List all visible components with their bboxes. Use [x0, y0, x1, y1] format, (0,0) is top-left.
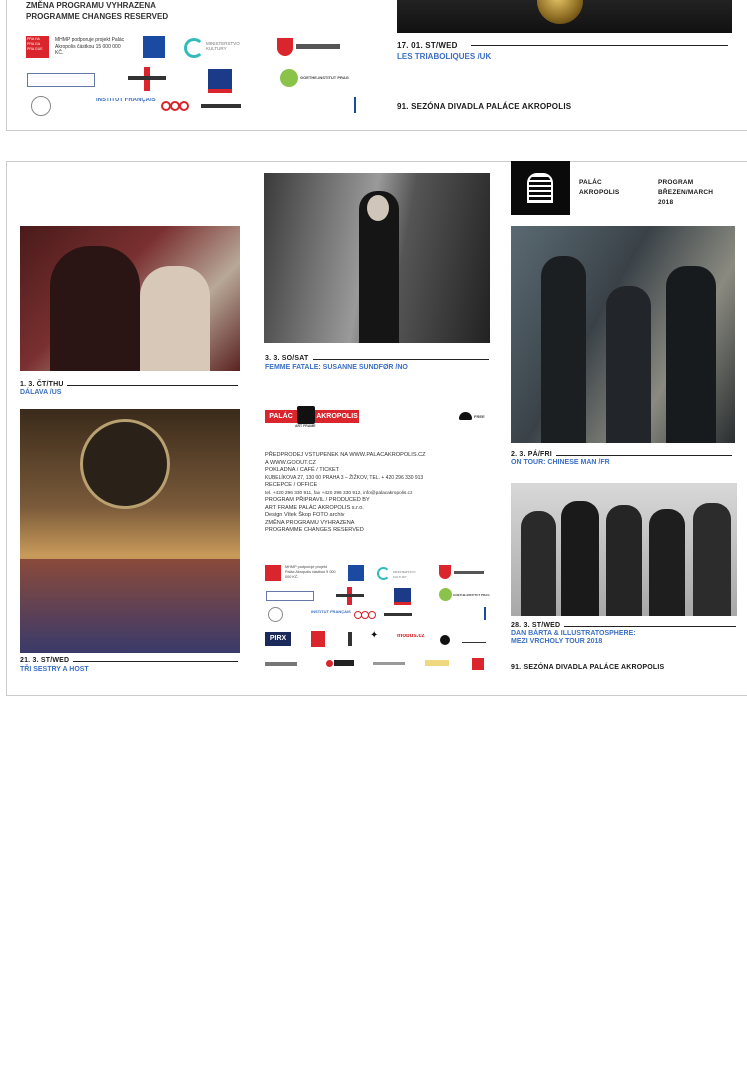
- man-figure: [140, 266, 210, 371]
- ministry-text: MINISTERSTVO KULTURY: [206, 41, 240, 51]
- goethe-logo: [280, 69, 298, 87]
- praha3-logo-2: [348, 565, 364, 581]
- wifi-free-label: FREE: [474, 414, 485, 419]
- sundfor-rule: [313, 359, 489, 360]
- institut-francais-2: INSTITUT FRANÇAIS: [311, 609, 351, 614]
- sundfor-date: 3. 3. SO/SAT: [265, 355, 309, 362]
- wifi-icon: [459, 412, 472, 420]
- tri-sestry-date: 21. 3. ST/WED: [20, 657, 70, 664]
- woman-figure: [50, 246, 140, 371]
- header-venue: PALÁC AKROPOLIS: [579, 179, 620, 196]
- ministry-logo-2: [377, 567, 390, 580]
- dalava-photo: [20, 226, 240, 371]
- barta-date: 28. 3. ST/WED: [511, 622, 561, 629]
- praha3-logo: [143, 36, 165, 58]
- mhmp-text-2: MHMP podporuje projekt Palác Akropolis č…: [285, 565, 336, 579]
- black-dot-logo: [440, 635, 450, 645]
- chinese-man-title: ON TOUR: CHINESE MAN /FR: [511, 459, 610, 466]
- czech-center-logo: [27, 73, 95, 87]
- czech-center-logo-2: [266, 591, 314, 601]
- dalava-title: DÁLAVA /US: [20, 389, 62, 396]
- les-triaboliques-photo: [397, 0, 732, 33]
- script-logo: [373, 662, 405, 665]
- red-circles-logo-2: [354, 611, 412, 619]
- coat-of-arms-logo: [277, 38, 293, 56]
- barta-title: DAN BÁRTA & ILLUSTRATOSPHERE: MEZI VRCHO…: [511, 630, 636, 645]
- tri-sestry-photo: [20, 409, 240, 653]
- goethe-logo-2: [439, 588, 452, 601]
- triangle-logo: [472, 658, 484, 670]
- pirx-logo: PIRX: [265, 632, 291, 646]
- goethe-text: GOETHE-INSTITUT PRAG: [300, 75, 349, 80]
- red-cross-logo: [128, 67, 166, 91]
- mhmp-text: MHMP podporuje projekt Palác Akropolis č…: [55, 37, 125, 56]
- band-emblem: [80, 419, 170, 509]
- goethe-text-2: GOETHE-INSTITUT PRAG: [453, 593, 490, 597]
- barta-member-1: [521, 511, 556, 616]
- red-dot-logo: [326, 660, 333, 667]
- praha-logo: PRA HA PRA GA PRA GUE: [26, 36, 49, 58]
- info-block: PŘEDPRODEJ VSTUPENEK NA WWW.PALACAKROPOL…: [265, 452, 426, 533]
- palac-logo-right: AKROPOLIS: [315, 410, 359, 423]
- page: { "top_panel": { "reserved_lines": ["ZMĚ…: [0, 0, 747, 1082]
- dalava-date: 1. 3. ČT/THU: [20, 381, 64, 388]
- dalava-rule: [67, 385, 238, 386]
- star-icon: ✦: [370, 630, 379, 641]
- akropolis-logo-icon: [511, 161, 570, 215]
- chinese-man-photo: [511, 226, 735, 443]
- season-footer: 91. SEZÓNA DIVADLA PALÁCE AKROPOLIS: [511, 664, 665, 671]
- ministry-logo: [184, 38, 204, 58]
- ministry-text-2: MINISTERSTVO KULTURY: [393, 570, 416, 579]
- barta-member-5: [693, 503, 731, 616]
- gray-bar-logo: [265, 662, 297, 666]
- barta-member-4: [649, 509, 685, 616]
- seal-logo: [31, 96, 51, 116]
- sundfor-title: FEMME FATALE: SUSANNE SUNDFØR /NO: [265, 364, 408, 371]
- triaboliques-title: LES TRIABOLIQUES /UK: [397, 52, 492, 61]
- reserved-notice: ZMĚNA PROGRAMU VYHRAZENA PROGRAMME CHANG…: [26, 1, 169, 21]
- mobus-logo: mobus.cz: [397, 634, 425, 639]
- institut-francais-logo: INSTITUT FRANÇAIS: [96, 98, 156, 103]
- crowd: [20, 559, 240, 653]
- header-program: PROGRAM BŘEZEN/MARCH 2018: [658, 179, 714, 206]
- red-cross-logo-2: [336, 587, 364, 605]
- member-2: [606, 286, 651, 443]
- praha-logo-2: [265, 565, 281, 581]
- sundfor-photo: [264, 173, 490, 343]
- sphere-image: [537, 0, 583, 24]
- building-icon: [527, 173, 553, 203]
- seal-logo-2: [268, 607, 283, 622]
- tri-sestry-rule: [73, 661, 238, 662]
- barta-member-2: [561, 501, 599, 616]
- embassy-logo-bar: [296, 44, 340, 49]
- embassy-logo-2: [436, 607, 486, 620]
- barta-member-3: [606, 505, 642, 616]
- yellow-logo: [425, 660, 449, 666]
- art-frame-label: ART FRAME: [295, 424, 316, 428]
- dan-barta-photo: [511, 483, 737, 616]
- singer-face: [367, 195, 389, 221]
- chinese-man-date: 2. 3. PÁ/FRI: [511, 451, 552, 458]
- black-bar-logo: [334, 660, 354, 666]
- member-3: [666, 266, 716, 443]
- tri-sestry-title: TŘI SESTRY A HOST: [20, 666, 89, 673]
- wave-logo: [462, 637, 486, 643]
- us-embassy-logo: [208, 69, 232, 93]
- top-season-footer: 91. SEZÓNA DIVADLA PALÁCE AKROPOLIS: [397, 102, 572, 111]
- triaboliques-rule: [471, 45, 728, 46]
- chinese-man-rule: [556, 455, 732, 456]
- red-square-logo: [311, 631, 325, 647]
- member-1: [541, 256, 586, 443]
- embassy-norway-logo: [286, 97, 356, 113]
- palac-logo-left: PALÁC: [265, 410, 297, 423]
- bottle-icon: [348, 632, 352, 646]
- barta-rule: [564, 626, 736, 627]
- embassy-bar-2: [454, 571, 484, 574]
- palac-logo-icon: [297, 406, 315, 424]
- triaboliques-date: 17. 01. ST/WED: [397, 41, 458, 50]
- coat-of-arms-logo-2: [439, 565, 451, 579]
- red-circles-logo: [161, 101, 241, 111]
- us-logo-2: [394, 588, 411, 605]
